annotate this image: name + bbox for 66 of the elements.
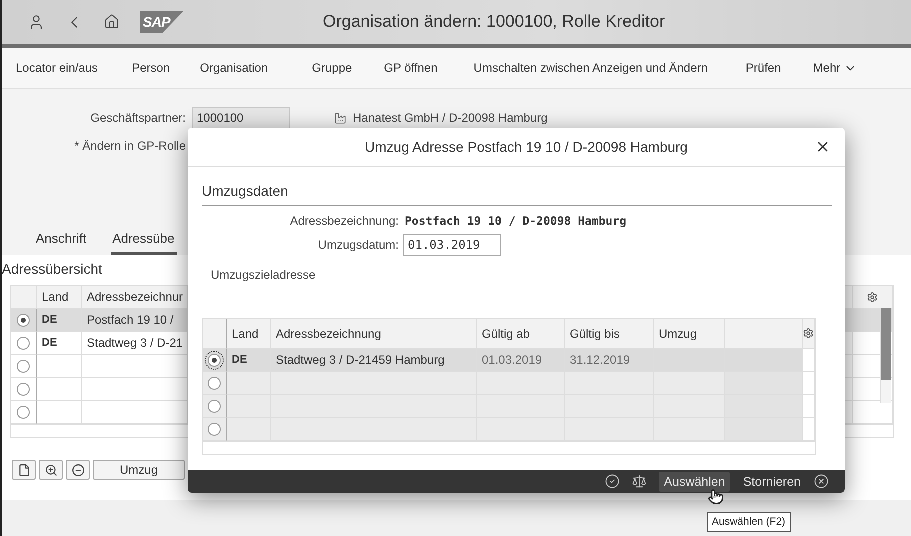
column-header: Adressbezeichnur <box>82 286 188 309</box>
table-cell: 01.03.2019 <box>477 349 565 372</box>
table-cell: DE <box>37 309 82 332</box>
radio-button[interactable] <box>17 314 30 326</box>
section-label: Umzugszieladresse <box>211 268 317 282</box>
table-cell: Postfach 19 10 / <box>82 309 188 332</box>
dialog-button[interactable]: Stornieren <box>738 472 806 492</box>
magnifier-icon <box>44 464 58 476</box>
section-title: Umzugsdaten <box>202 183 832 206</box>
settings-icon[interactable] <box>803 328 814 339</box>
field-label: * Ändern in GP-Rolle <box>74 139 186 153</box>
column-header: Umzug <box>654 319 725 349</box>
radio-button[interactable] <box>17 382 30 396</box>
user-icon[interactable] <box>28 14 45 30</box>
toolbar-button[interactable]: Prüfen <box>738 55 790 81</box>
section-title: Adressübersicht <box>2 261 102 277</box>
column-header: Gültig bis <box>565 319 654 349</box>
move-button[interactable]: Umzug <box>93 460 185 480</box>
close-circle-icon[interactable] <box>814 474 829 489</box>
radio-button[interactable] <box>17 406 30 418</box>
dialog-title: Umzug Adresse Postfach 19 10 / D-20098 Hamburg <box>365 139 688 155</box>
toolbar-button[interactable]: GP öffnen <box>376 55 446 81</box>
home-icon[interactable] <box>104 14 120 30</box>
check-circle-icon[interactable] <box>605 474 620 489</box>
radio-button[interactable] <box>17 360 30 372</box>
field-label: Adressbezeichnung: <box>289 214 399 228</box>
table-cell: Stadtweg 3 / D-21459 Hamburg <box>271 349 477 372</box>
column-header: Land <box>37 286 82 309</box>
radio-button[interactable] <box>208 354 221 366</box>
field-label: Geschäftspartner: <box>90 111 186 125</box>
document-icon <box>18 464 30 476</box>
settings-icon[interactable] <box>867 292 878 302</box>
table-cell: 31.12.2019 <box>565 349 654 372</box>
toolbar-button[interactable]: Organisation <box>192 55 276 81</box>
radio-button[interactable] <box>17 336 30 350</box>
toolbar-button[interactable]: Locator ein/aus <box>8 55 106 81</box>
window-title: Organisation ändern: 1000100, Rolle Kreditor <box>323 12 666 32</box>
radio-button[interactable] <box>208 422 221 436</box>
factory-icon <box>334 112 347 124</box>
table-cell: DE <box>227 349 271 372</box>
field-value: Postfach 19 10 / D-20098 Hamburg <box>405 214 627 228</box>
toolbar-button[interactable]: Person <box>124 55 178 81</box>
scale-icon[interactable] <box>632 474 648 489</box>
new-document-button[interactable] <box>12 460 36 480</box>
remove-button[interactable] <box>66 460 90 480</box>
table-cell: DE <box>37 332 82 355</box>
scrollbar[interactable] <box>880 308 891 403</box>
radio-button[interactable] <box>208 400 221 412</box>
table-cell: Stadtweg 3 / D-21 <box>82 332 188 355</box>
column-header: Adressbezeichnung <box>271 319 477 349</box>
minus-circle-icon <box>72 464 84 476</box>
column-header: Gültig ab <box>477 319 565 349</box>
column-header: Land <box>227 319 271 349</box>
tab[interactable]: Anschrift <box>34 227 89 255</box>
logo[interactable]: SAP <box>140 11 184 33</box>
toolbar-button[interactable]: Umschalten zwischen Anzeigen und Ändern <box>466 55 716 81</box>
partner-name: Hanatest GmbH / D-20098 Hamburg <box>353 111 548 125</box>
tooltip: Auswählen (F2) <box>707 512 791 532</box>
radio-button[interactable] <box>208 376 221 390</box>
dialog-button[interactable]: Auswählen <box>659 472 730 492</box>
more-menu-button[interactable]: Mehr <box>805 55 865 81</box>
toolbar-button[interactable]: Gruppe <box>304 55 360 81</box>
partner-field[interactable]: 1000100 <box>192 107 290 129</box>
zoom-button[interactable] <box>39 460 63 480</box>
field-label: Umzugsdatum: <box>317 238 399 252</box>
date-field[interactable]: 01.03.2019 <box>403 234 501 256</box>
